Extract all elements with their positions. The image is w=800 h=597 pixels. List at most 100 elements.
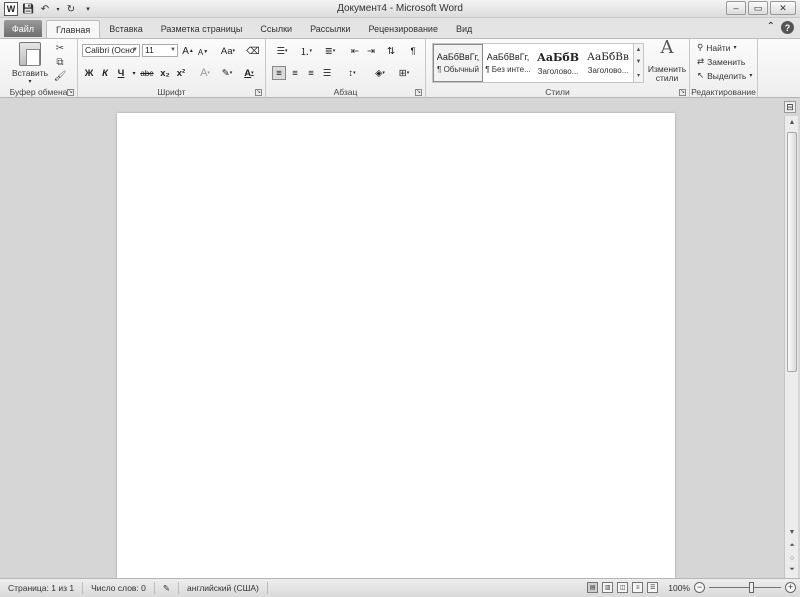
print-layout-view-icon[interactable]: ▤ (587, 582, 599, 593)
shading-icon[interactable]: ◈ ▾ (370, 66, 390, 80)
font-color-button[interactable]: A ▾ (240, 66, 258, 80)
subscript-button[interactable]: x₂ (158, 66, 172, 80)
replace-label: Заменить (707, 56, 746, 67)
paste-dropdown-icon: ▾ (28, 79, 32, 85)
ribbon-tabs: Файл Главная Вставка Разметка страницы С… (0, 18, 800, 38)
justify-icon[interactable]: ☰ (320, 66, 334, 80)
styles-launcher-icon[interactable]: ↘ (679, 89, 686, 96)
change-case-button[interactable]: Aa ▾ (218, 44, 238, 58)
clear-formatting-icon[interactable]: ⌫ (246, 44, 260, 58)
style-name: ¶ Без инте... (485, 65, 531, 74)
chevron-down-icon: ▾ (733, 45, 737, 51)
grow-font-button[interactable]: A ▲ (181, 44, 195, 58)
underline-button[interactable]: Ч (114, 66, 128, 80)
italic-button[interactable]: К (98, 66, 112, 80)
word-count[interactable]: Число слов: 0 (83, 582, 155, 594)
document-page[interactable] (117, 113, 675, 579)
style-normal[interactable]: АаБбВвГг, ¶ Обычный (433, 44, 483, 82)
zoom-slider[interactable] (709, 582, 781, 593)
decrease-indent-icon[interactable]: ⇤ (348, 44, 362, 58)
strikethrough-button[interactable]: abe (138, 66, 156, 80)
scroll-down-icon[interactable]: ▼ (785, 526, 799, 538)
vertical-scrollbar[interactable]: ▲ ▼ ⏶ ○ ⏷ (784, 116, 798, 578)
numbering-icon[interactable]: ⒈ ▾ (296, 44, 316, 58)
paste-button[interactable]: Вставить ▾ (12, 42, 48, 85)
select-button[interactable]: ↖ Выделить ▾ (697, 70, 752, 81)
tab-review[interactable]: Рецензирование (359, 20, 447, 38)
bold-button[interactable]: Ж (82, 66, 96, 80)
editing-group-label: Редактирование (691, 87, 756, 97)
scroll-up-icon[interactable]: ▲ (785, 116, 799, 128)
zoom-level[interactable]: 100% (668, 583, 690, 593)
shrink-font-button[interactable]: A ▼ (196, 45, 210, 59)
zoom-out-button[interactable]: − (694, 582, 705, 593)
previous-page-icon[interactable]: ⏶ (785, 540, 799, 552)
clipboard-launcher-icon[interactable]: ↘ (67, 89, 74, 96)
minimize-ribbon-icon[interactable]: ⌃ (767, 21, 775, 34)
format-painter-icon[interactable]: 🖌︎ (54, 70, 67, 82)
close-button[interactable]: ✕ (770, 1, 796, 15)
tab-view[interactable]: Вид (447, 20, 481, 38)
copy-icon[interactable]: ⧉ (54, 56, 66, 68)
outline-view-icon[interactable]: ≡ (632, 582, 644, 593)
style-heading-1[interactable]: АаБбВ Заголово... (533, 44, 583, 82)
zoom-thumb[interactable] (749, 582, 754, 593)
tab-mailings[interactable]: Рассылки (301, 20, 359, 38)
superscript-button[interactable]: x² (174, 66, 188, 80)
tab-page-layout[interactable]: Разметка страницы (152, 20, 252, 38)
line-spacing-icon[interactable]: ↕ ▾ (342, 66, 362, 80)
scroll-thumb[interactable] (787, 132, 797, 372)
bullets-icon[interactable]: ☰ ▾ (272, 44, 292, 58)
font-color-label: A (244, 67, 252, 79)
change-styles-icon: A (660, 37, 674, 58)
font-launcher-icon[interactable]: ↘ (255, 89, 262, 96)
page-count[interactable]: Страница: 1 из 1 (0, 582, 84, 594)
font-family-combo[interactable]: Calibri (Осно ▼ (82, 44, 140, 57)
align-right-icon[interactable]: ≡ (304, 66, 318, 80)
chevron-up-icon[interactable]: ▲ (636, 47, 642, 53)
align-center-icon[interactable]: ≡ (288, 66, 302, 80)
minimize-button[interactable]: – (726, 1, 746, 15)
text-effects-icon[interactable]: A ▾ (196, 66, 214, 80)
language-indicator[interactable]: английский (США) (179, 582, 268, 594)
paragraph-launcher-icon[interactable]: ↘ (415, 89, 422, 96)
change-styles-button[interactable]: A Изменить стили (648, 37, 686, 83)
replace-button[interactable]: ⇄ Заменить (697, 56, 745, 67)
chevron-down-icon[interactable]: ▼ (636, 59, 642, 65)
increase-indent-icon[interactable]: ⇥ (364, 44, 378, 58)
find-button[interactable]: ⚲ Найти ▾ (697, 42, 737, 53)
next-page-icon[interactable]: ⏷ (785, 564, 799, 576)
style-no-spacing[interactable]: АаБбВвГг, ¶ Без инте... (483, 44, 533, 82)
style-name: ¶ Обычный (437, 65, 479, 74)
tab-references[interactable]: Ссылки (251, 20, 301, 38)
tab-home[interactable]: Главная (46, 20, 101, 38)
font-size-combo[interactable]: 11 ▼ (142, 44, 178, 57)
cut-icon[interactable]: ✂ (54, 42, 66, 54)
clipboard-group: Вставить ▾ ✂ ⧉ 🖌︎ Буфер обмена ↘ (0, 39, 78, 99)
title-bar: W 💾︎ ↶ ▾ ↻ ▾ Документ4 - Microsoft Word … (0, 0, 800, 18)
proofing-icon[interactable]: ✎ (155, 582, 180, 594)
chevron-down-icon: ▾ (749, 73, 753, 79)
draft-view-icon[interactable]: ☰ (647, 582, 659, 593)
zoom-in-button[interactable]: + (785, 582, 796, 593)
style-preview: АаБбВ (536, 50, 580, 64)
browse-object-icon[interactable]: ○ (785, 552, 799, 564)
more-styles-icon[interactable]: ▾ (637, 72, 640, 79)
style-heading-2[interactable]: АаБбВв Заголово... (583, 44, 633, 82)
borders-icon[interactable]: ⊞ ▾ (394, 66, 414, 80)
sort-icon[interactable]: ⇅ (384, 44, 398, 58)
style-preview: АаБбВв (587, 51, 629, 63)
full-screen-reading-icon[interactable]: ▥ (602, 582, 614, 593)
ruler-toggle-icon[interactable]: ⊟ (784, 101, 796, 113)
paste-icon (19, 42, 42, 66)
multilevel-list-icon[interactable]: ≣ ▾ (320, 44, 340, 58)
help-icon[interactable]: ? (781, 21, 794, 34)
tab-file[interactable]: Файл (4, 20, 42, 37)
highlight-icon[interactable]: ✎ ▾ (218, 66, 236, 80)
maximize-button[interactable]: ▭ (748, 1, 768, 15)
tab-insert[interactable]: Вставка (100, 20, 151, 38)
align-left-icon[interactable]: ≡ (272, 66, 286, 80)
web-layout-view-icon[interactable]: ◫ (617, 582, 629, 593)
show-formatting-button[interactable]: ¶ (406, 44, 420, 58)
styles-group-label: Стили (545, 87, 570, 97)
